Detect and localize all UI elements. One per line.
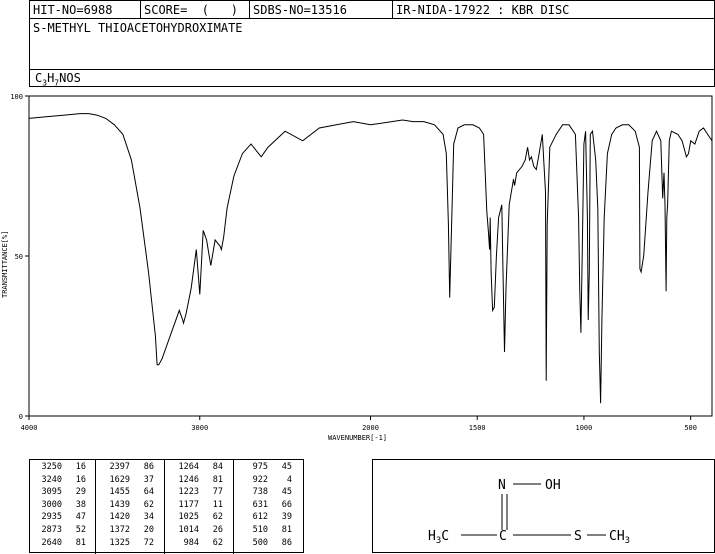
x-tick-label: 1500 (469, 424, 486, 432)
y-axis-label: TRANSMITTANCE[%] (1, 231, 9, 298)
peak-wavenumber: 3000 (41, 499, 62, 510)
peak-transmittance: 62 (212, 537, 223, 548)
compound-name: S-METHYL THIOACETOHYDROXIMATE (33, 21, 243, 35)
peak-wavenumber: 3250 (41, 462, 62, 472)
peak-transmittance: 84 (212, 462, 223, 472)
peak-wavenumber: 984 (183, 537, 199, 548)
score: SCORE= ( ) (144, 3, 238, 17)
peak-wavenumber: 500 (252, 537, 268, 548)
peak-table-column-divider (164, 460, 165, 554)
peak-transmittance: 81 (212, 474, 223, 485)
x-tick-label: 4000 (21, 424, 38, 432)
peak-transmittance: 37 (143, 474, 154, 485)
atom-n: N (498, 478, 506, 493)
x-axis-ticks: 4000 3000 2000 1500 1000 500 (21, 416, 697, 432)
peak-wavenumber: 1223 (178, 487, 199, 498)
header-bar: HIT-NO=6988 SCORE= ( ) SDBS-NO=13516 IR-… (29, 0, 715, 19)
y-tick-label: 50 (15, 253, 23, 261)
peak-wavenumber: 1177 (178, 499, 199, 510)
peak-wavenumber: 2640 (41, 537, 62, 548)
atom-oh: OH (545, 478, 561, 493)
peak-transmittance: 62 (212, 512, 223, 523)
peak-transmittance: 4 (286, 474, 292, 485)
peak-wavenumber: 1325 (109, 537, 130, 548)
spectrum-line (28, 113, 713, 404)
peak-transmittance: 62 (143, 499, 154, 510)
peak-transmittance: 45 (281, 487, 292, 498)
peak-wavenumber: 612 (252, 512, 268, 523)
peak-transmittance: 86 (143, 462, 154, 472)
atom-c-center: C (499, 529, 507, 544)
peak-transmittance: 20 (143, 525, 154, 535)
x-tick-label: 2000 (362, 424, 379, 432)
peak-transmittance: 16 (75, 474, 86, 485)
peak-wavenumber: 2873 (41, 525, 62, 535)
peak-wavenumber: 1025 (178, 512, 199, 523)
peak-wavenumber: 1372 (109, 525, 130, 535)
peak-wavenumber: 1455 (109, 487, 130, 498)
peak-wavenumber: 1420 (109, 512, 130, 523)
formula-box: C3H7NOS (29, 69, 715, 87)
peak-wavenumber: 1629 (109, 474, 130, 485)
peak-table-column-divider (233, 460, 234, 554)
peak-wavenumber: 1264 (178, 462, 199, 472)
peak-transmittance: 16 (75, 462, 86, 472)
peak-wavenumber: 2935 (41, 512, 62, 523)
peak-transmittance: 64 (143, 487, 154, 498)
peak-transmittance: 81 (75, 537, 86, 548)
x-axis-label: WAVENUMBER[-1] (328, 434, 387, 442)
hit-no: HIT-NO=6988 (33, 3, 113, 17)
y-axis-ticks: 0 50 100 (10, 93, 29, 421)
peak-transmittance: 66 (281, 499, 292, 510)
atom-ch3-left: H3C (428, 529, 449, 546)
peak-transmittance: 38 (75, 499, 86, 510)
atom-ch3-right: CH3 (609, 529, 630, 546)
structure-box: N OH H3C C S CH3 (372, 459, 715, 553)
structure-diagram: N OH H3C C S CH3 (428, 478, 630, 546)
peak-wavenumber: 631 (252, 499, 268, 510)
compound-name-box: S-METHYL THIOACETOHYDROXIMATE (29, 18, 715, 70)
peak-wavenumber: 975 (252, 462, 268, 472)
peak-wavenumber: 3095 (41, 487, 62, 498)
y-tick-label: 100 (10, 93, 23, 101)
peak-transmittance: 26 (212, 525, 223, 535)
peak-transmittance: 77 (212, 487, 223, 498)
peak-table-box: 3250 16 3240 16 3095 29 3000 38 2935 47 2873 52 2640… (29, 459, 305, 554)
peak-wavenumber: 738 (252, 487, 268, 498)
peak-wavenumber: 3240 (41, 474, 62, 485)
x-tick-label: 1000 (576, 424, 593, 432)
peak-transmittance: 29 (75, 487, 86, 498)
x-tick-label: 3000 (191, 424, 208, 432)
peak-transmittance: 72 (143, 537, 154, 548)
peak-transmittance: 39 (281, 512, 292, 523)
peak-transmittance: 47 (75, 512, 86, 523)
y-tick-label: 0 (19, 413, 23, 421)
x-tick-label: 500 (684, 424, 697, 432)
method: IR-NIDA-17922 : KBR DISC (396, 3, 570, 17)
peak-wavenumber: 2397 (109, 462, 130, 472)
peak-transmittance: 86 (281, 537, 292, 548)
peak-table: 3250 16 3240 16 3095 29 3000 38 2935 47 2873 52 2640… (30, 460, 305, 554)
peak-transmittance: 52 (75, 525, 86, 535)
peak-transmittance: 81 (281, 525, 292, 535)
peak-wavenumber: 1246 (178, 474, 199, 485)
peak-wavenumber: 1014 (178, 525, 199, 535)
atom-s: S (574, 529, 582, 544)
peak-wavenumber: 510 (252, 525, 268, 535)
peak-transmittance: 34 (143, 512, 154, 523)
sdbs-no: SDBS-NO=13516 (253, 3, 347, 17)
peak-transmittance: 11 (212, 499, 223, 510)
ir-spectrum-chart: 0 50 100 4000 3000 2000 1500 1000 500 TRANSMITT… (1, 93, 713, 442)
peak-table-column-divider (95, 460, 96, 554)
peak-wavenumber: 922 (252, 474, 268, 485)
peak-wavenumber: 1439 (109, 499, 130, 510)
peak-transmittance: 45 (281, 462, 292, 472)
